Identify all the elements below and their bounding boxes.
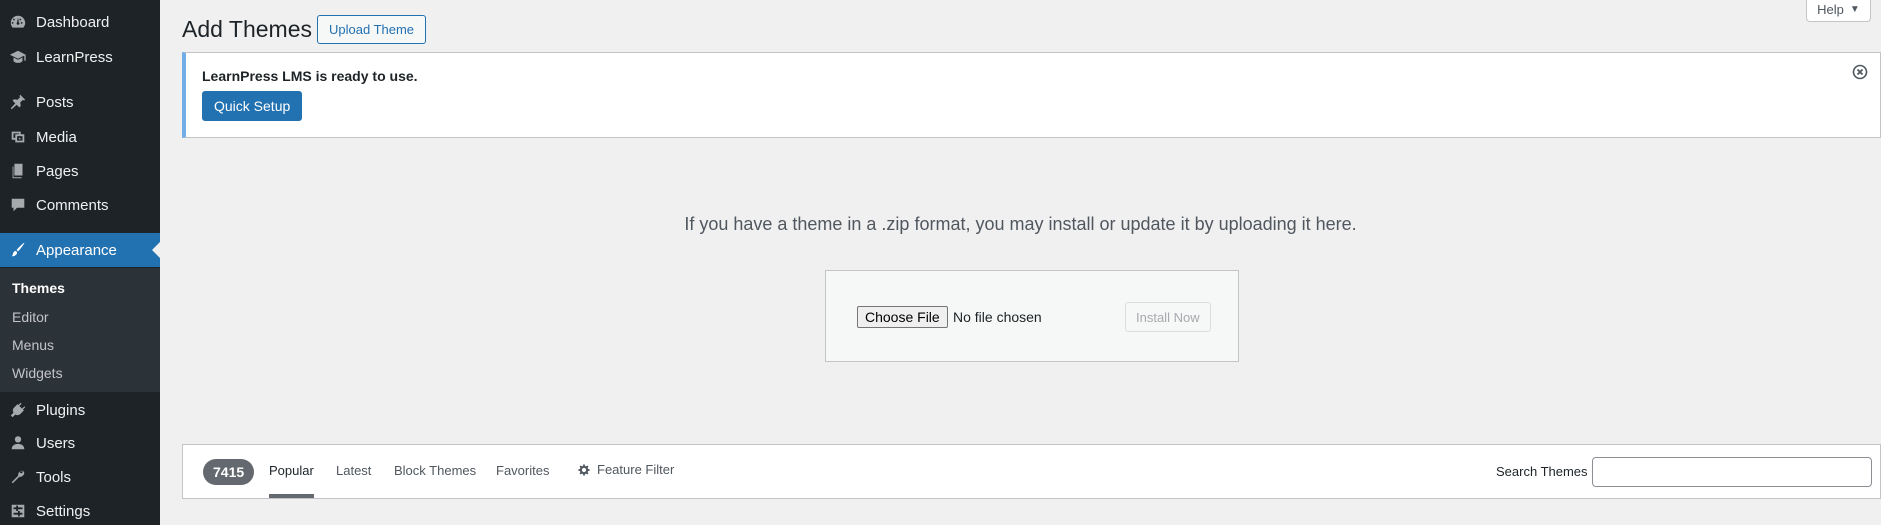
submenu-item-widgets[interactable]: Widgets <box>12 365 63 381</box>
feature-filter-label: Feature Filter <box>597 462 675 477</box>
dashboard-icon <box>0 13 36 31</box>
sidebar-item-label: Plugins <box>36 401 86 419</box>
learnpress-notice: LearnPress LMS is ready to use. Quick Se… <box>182 52 1881 138</box>
brush-icon <box>0 241 36 259</box>
sidebar-item-label: Media <box>36 128 77 146</box>
sidebar-item-plugins[interactable]: Plugins <box>0 393 160 427</box>
sidebar-item-label: Tools <box>36 468 72 486</box>
upload-theme-button[interactable]: Upload Theme <box>317 15 427 44</box>
sidebar-item-label: Dashboard <box>36 13 110 31</box>
search-themes-input[interactable] <box>1592 457 1872 487</box>
sidebar-item-tools[interactable]: Tools <box>0 460 160 494</box>
media-icon <box>0 128 36 146</box>
graduation-cap-icon <box>0 48 36 66</box>
help-label: Help <box>1817 2 1844 17</box>
pin-icon <box>0 93 36 111</box>
submenu-item-editor[interactable]: Editor <box>12 309 49 325</box>
filter-latest[interactable]: Latest <box>336 463 371 478</box>
sidebar-item-dashboard[interactable]: Dashboard <box>0 5 160 39</box>
user-icon <box>0 434 36 452</box>
filter-popular[interactable]: Popular <box>269 463 314 498</box>
feature-filter-button[interactable]: Feature Filter <box>577 462 674 477</box>
search-themes-label: Search Themes <box>1496 464 1588 479</box>
sidebar-item-label: LearnPress <box>36 48 113 66</box>
help-tab-button[interactable]: Help ▼ <box>1806 0 1871 22</box>
sidebar-item-users[interactable]: Users <box>0 426 160 460</box>
submenu-item-menus[interactable]: Menus <box>12 337 54 353</box>
filter-favorites[interactable]: Favorites <box>496 463 549 478</box>
theme-count-badge: 7415 <box>203 459 255 485</box>
upload-form: Choose File No file chosen Install Now <box>825 270 1239 362</box>
sidebar-item-media[interactable]: Media <box>0 120 160 154</box>
filter-block-themes[interactable]: Block Themes <box>394 463 476 478</box>
choose-file-button[interactable]: Choose File <box>857 306 948 328</box>
theme-filter-bar: 7415 Popular Latest Block Themes Favorit… <box>182 444 1881 499</box>
sidebar-item-label: Users <box>36 434 76 452</box>
settings-icon <box>0 502 36 520</box>
wrench-icon <box>0 468 36 486</box>
upload-help-text: If you have a theme in a .zip format, yo… <box>684 214 1357 234</box>
sidebar-item-settings[interactable]: Settings <box>0 494 160 525</box>
sidebar-item-appearance[interactable]: Appearance <box>0 233 160 267</box>
sidebar-item-posts[interactable]: Posts <box>0 85 160 119</box>
admin-sidebar: Dashboard LearnPress Posts Media Pages C… <box>0 0 160 525</box>
sidebar-item-learnpress[interactable]: LearnPress <box>0 40 160 74</box>
sidebar-item-label: Settings <box>36 502 91 520</box>
notice-message: LearnPress LMS is ready to use. <box>202 68 418 84</box>
page-title: Add Themes <box>182 16 312 42</box>
appearance-submenu: Themes Editor Menus Widgets <box>0 268 160 392</box>
gear-icon <box>578 463 590 476</box>
sidebar-item-label: Comments <box>36 196 109 214</box>
quick-setup-button[interactable]: Quick Setup <box>202 91 303 121</box>
caret-down-icon: ▼ <box>1849 4 1860 15</box>
submenu-item-themes[interactable]: Themes <box>12 280 65 296</box>
install-now-button[interactable]: Install Now <box>1125 302 1211 332</box>
sidebar-item-pages[interactable]: Pages <box>0 154 160 188</box>
sidebar-item-label: Appearance <box>36 241 117 259</box>
sidebar-item-comments[interactable]: Comments <box>0 188 160 222</box>
pages-icon <box>0 162 36 180</box>
plug-icon <box>0 401 36 419</box>
file-status-text: No file chosen <box>953 309 1042 325</box>
dismiss-icon[interactable] <box>1852 64 1868 80</box>
comments-icon <box>0 196 36 214</box>
sidebar-item-label: Pages <box>36 162 79 180</box>
sidebar-item-label: Posts <box>36 93 74 111</box>
